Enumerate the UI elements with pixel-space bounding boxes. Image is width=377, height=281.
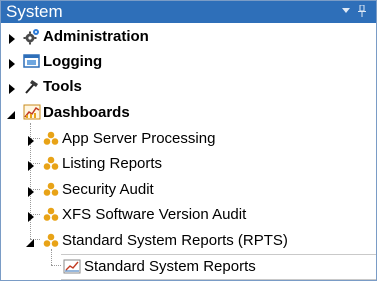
tree-node-security-audit[interactable]: Security Audit xyxy=(1,177,376,202)
report-chart-icon xyxy=(63,257,81,275)
system-tree: Administration Logging Tools Dashboards … xyxy=(1,23,376,280)
dropdown-arrow-icon[interactable] xyxy=(339,4,353,18)
tree-node-label: Standard System Reports (RPTS) xyxy=(62,232,288,249)
panel-titlebar: System xyxy=(1,1,376,23)
expand-arrow-icon[interactable] xyxy=(26,184,36,197)
dashboard-group-icon xyxy=(42,154,60,172)
tree-node-label: Security Audit xyxy=(62,181,154,198)
dashboard-group-icon xyxy=(42,205,60,223)
tree-node-listing-reports[interactable]: Listing Reports xyxy=(1,151,376,176)
tree-node-label: Standard System Reports xyxy=(84,258,256,275)
tree-node-label: XFS Software Version Audit xyxy=(62,206,247,223)
expand-arrow-icon[interactable] xyxy=(26,133,36,146)
dashboard-group-icon xyxy=(42,231,60,249)
pin-icon[interactable] xyxy=(355,4,369,18)
tree-node-administration[interactable]: Administration xyxy=(1,24,376,49)
gears-icon xyxy=(23,27,41,45)
hammer-icon xyxy=(23,77,41,95)
tree-node-dashboards[interactable]: Dashboards xyxy=(1,100,376,125)
tree-node-xfs-software-version-audit[interactable]: XFS Software Version Audit xyxy=(1,202,376,227)
tree-node-logging[interactable]: Logging xyxy=(1,49,376,74)
collapse-arrow-icon[interactable] xyxy=(6,107,16,119)
expand-arrow-icon[interactable] xyxy=(7,81,17,94)
dashboard-chart-icon xyxy=(23,103,41,121)
expand-arrow-icon[interactable] xyxy=(7,31,17,44)
collapse-arrow-icon[interactable] xyxy=(25,235,35,247)
tree-node-label: Administration xyxy=(43,28,149,45)
tree-node-label: Logging xyxy=(43,53,103,70)
expand-arrow-icon[interactable] xyxy=(7,56,17,69)
tree-node-app-server-processing[interactable]: App Server Processing xyxy=(1,126,376,151)
panel-title: System xyxy=(6,2,63,21)
tree-node-standard-system-reports-rpts[interactable]: Standard System Reports (RPTS) xyxy=(1,228,376,253)
tree-node-tools[interactable]: Tools xyxy=(1,74,376,99)
dashboard-group-icon xyxy=(42,180,60,198)
expand-arrow-icon[interactable] xyxy=(26,209,36,222)
tree-node-label: Dashboards xyxy=(43,104,130,121)
system-panel: System Administration Logging Tools Dash… xyxy=(0,0,377,281)
expand-arrow-icon[interactable] xyxy=(26,158,36,171)
dashboard-group-icon xyxy=(42,129,60,147)
tree-node-label: Tools xyxy=(43,78,82,95)
tree-node-label: Listing Reports xyxy=(62,155,163,172)
tree-node-label: App Server Processing xyxy=(62,130,216,147)
tree-node-standard-system-reports[interactable]: Standard System Reports xyxy=(1,254,376,279)
log-viewer-icon xyxy=(23,52,41,70)
